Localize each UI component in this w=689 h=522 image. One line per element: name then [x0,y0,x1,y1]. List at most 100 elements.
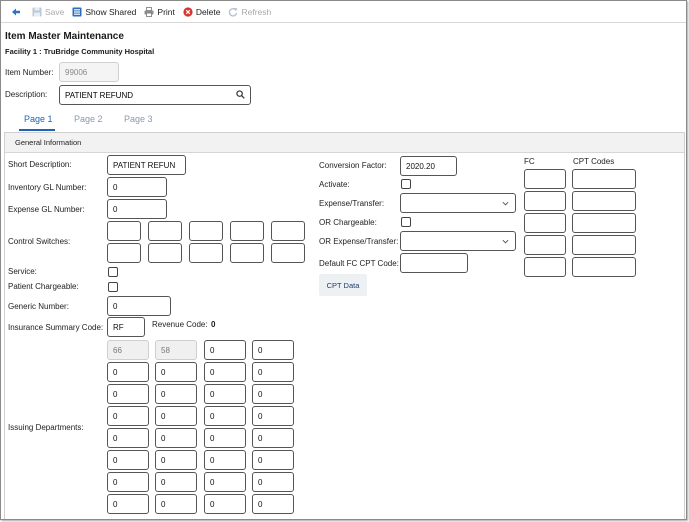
cpt-code-field[interactable] [572,191,636,211]
fc-field[interactable] [524,169,566,189]
description-input[interactable] [60,86,230,104]
print-button[interactable]: Print [144,6,175,17]
service-checkbox[interactable] [108,267,118,277]
short-description-field[interactable] [107,155,186,175]
issuing-department-field[interactable] [155,362,197,382]
issuing-department-field[interactable] [155,384,197,404]
issuing-department-field[interactable] [252,362,294,382]
issuing-department-field[interactable] [155,472,197,492]
patient-chargeable-label: Patient Chargeable: [8,282,79,291]
short-description-label: Short Description: [8,160,72,169]
control-switch-field[interactable] [148,221,182,241]
issuing-department-field[interactable] [204,362,246,382]
cpt-code-field[interactable] [572,169,636,189]
or-expense-transfer-label: OR Expense/Transfer: [319,237,399,246]
show-shared-button[interactable]: Show Shared [72,7,136,17]
tab-page-3[interactable]: Page 3 [124,114,153,124]
item-number-field[interactable] [59,62,119,82]
issuing-department-field[interactable] [204,472,246,492]
issuing-department-field[interactable] [107,428,149,448]
refresh-button[interactable]: Refresh [228,7,271,17]
control-switch-field[interactable] [230,221,264,241]
item-master-window: Save Show Shared Print Delete Refresh It… [0,0,687,520]
patient-chargeable-checkbox[interactable] [108,282,118,292]
default-fc-cpt-field[interactable] [400,253,468,273]
activate-label: Activate: [319,180,350,189]
default-fc-cpt-label: Default FC CPT Code: [319,259,399,268]
fc-field[interactable] [524,235,566,255]
or-chargeable-label: OR Chargeable: [319,218,377,227]
save-button[interactable]: Save [32,7,64,17]
control-switch-field[interactable] [271,243,305,263]
issuing-department-field[interactable] [107,450,149,470]
page-title: Item Master Maintenance [5,31,124,42]
cpt-code-field[interactable] [572,257,636,277]
issuing-department-field[interactable] [204,428,246,448]
issuing-department-field[interactable] [107,340,149,360]
expense-transfer-select[interactable] [400,193,516,213]
issuing-department-field[interactable] [204,406,246,426]
or-chargeable-checkbox[interactable] [401,217,411,227]
issuing-department-field[interactable] [107,406,149,426]
service-label: Service: [8,267,37,276]
arrow-left-icon [11,7,21,17]
inventory-gl-field[interactable] [107,177,167,197]
issuing-department-field[interactable] [204,494,246,514]
revenue-code-value: 0 [211,320,216,329]
back-button[interactable] [11,7,24,17]
delete-label: Delete [195,6,221,17]
inventory-gl-label: Inventory GL Number: [8,183,87,192]
insurance-summary-field[interactable] [107,317,145,337]
expense-gl-field[interactable] [107,199,167,219]
issuing-department-field[interactable] [204,340,246,360]
delete-button[interactable]: Delete [183,6,221,17]
print-label: Print [157,6,175,17]
issuing-department-field[interactable] [204,450,246,470]
control-switch-field[interactable] [107,221,141,241]
issuing-department-field[interactable] [252,406,294,426]
issuing-department-field[interactable] [107,494,149,514]
cpt-codes-column-header: CPT Codes [573,157,615,166]
issuing-department-field[interactable] [107,362,149,382]
control-switch-field[interactable] [230,243,264,263]
issuing-department-field[interactable] [155,450,197,470]
active-tab-indicator [19,129,55,131]
issuing-department-field[interactable] [155,406,197,426]
fc-field[interactable] [524,213,566,233]
tab-page-2[interactable]: Page 2 [74,114,103,124]
issuing-department-field[interactable] [252,384,294,404]
issuing-department-field[interactable] [155,494,197,514]
issuing-department-field[interactable] [252,450,294,470]
fc-field[interactable] [524,191,566,211]
issuing-department-field[interactable] [252,428,294,448]
issuing-department-field[interactable] [155,428,197,448]
issuing-department-field[interactable] [107,472,149,492]
issuing-department-field[interactable] [204,384,246,404]
issuing-department-field[interactable] [252,494,294,514]
issuing-department-field[interactable] [252,472,294,492]
printer-icon [144,6,154,17]
issuing-department-field[interactable] [107,384,149,404]
control-switch-field[interactable] [107,243,141,263]
issuing-department-field[interactable] [252,340,294,360]
tab-page-1[interactable]: Page 1 [24,114,53,124]
issuing-department-field[interactable] [155,340,197,360]
fc-field[interactable] [524,257,566,277]
conversion-factor-field[interactable] [400,156,457,176]
or-expense-transfer-select[interactable] [400,231,516,251]
cpt-code-field[interactable] [572,213,636,233]
control-switch-field[interactable] [189,243,223,263]
cpt-data-button[interactable]: CPT Data [319,274,367,296]
control-switch-field[interactable] [189,221,223,241]
cpt-code-field[interactable] [572,235,636,255]
control-switch-field[interactable] [148,243,182,263]
generic-number-label: Generic Number: [8,302,69,311]
facility-name: Facility 1 : TruBridge Community Hospita… [5,47,155,56]
refresh-icon [228,7,238,17]
section-header: General Information [5,133,684,153]
search-icon[interactable] [236,90,245,99]
control-switch-field[interactable] [271,221,305,241]
generic-number-field[interactable] [107,296,171,316]
activate-checkbox[interactable] [401,179,411,189]
fc-column-header: FC [524,157,535,166]
